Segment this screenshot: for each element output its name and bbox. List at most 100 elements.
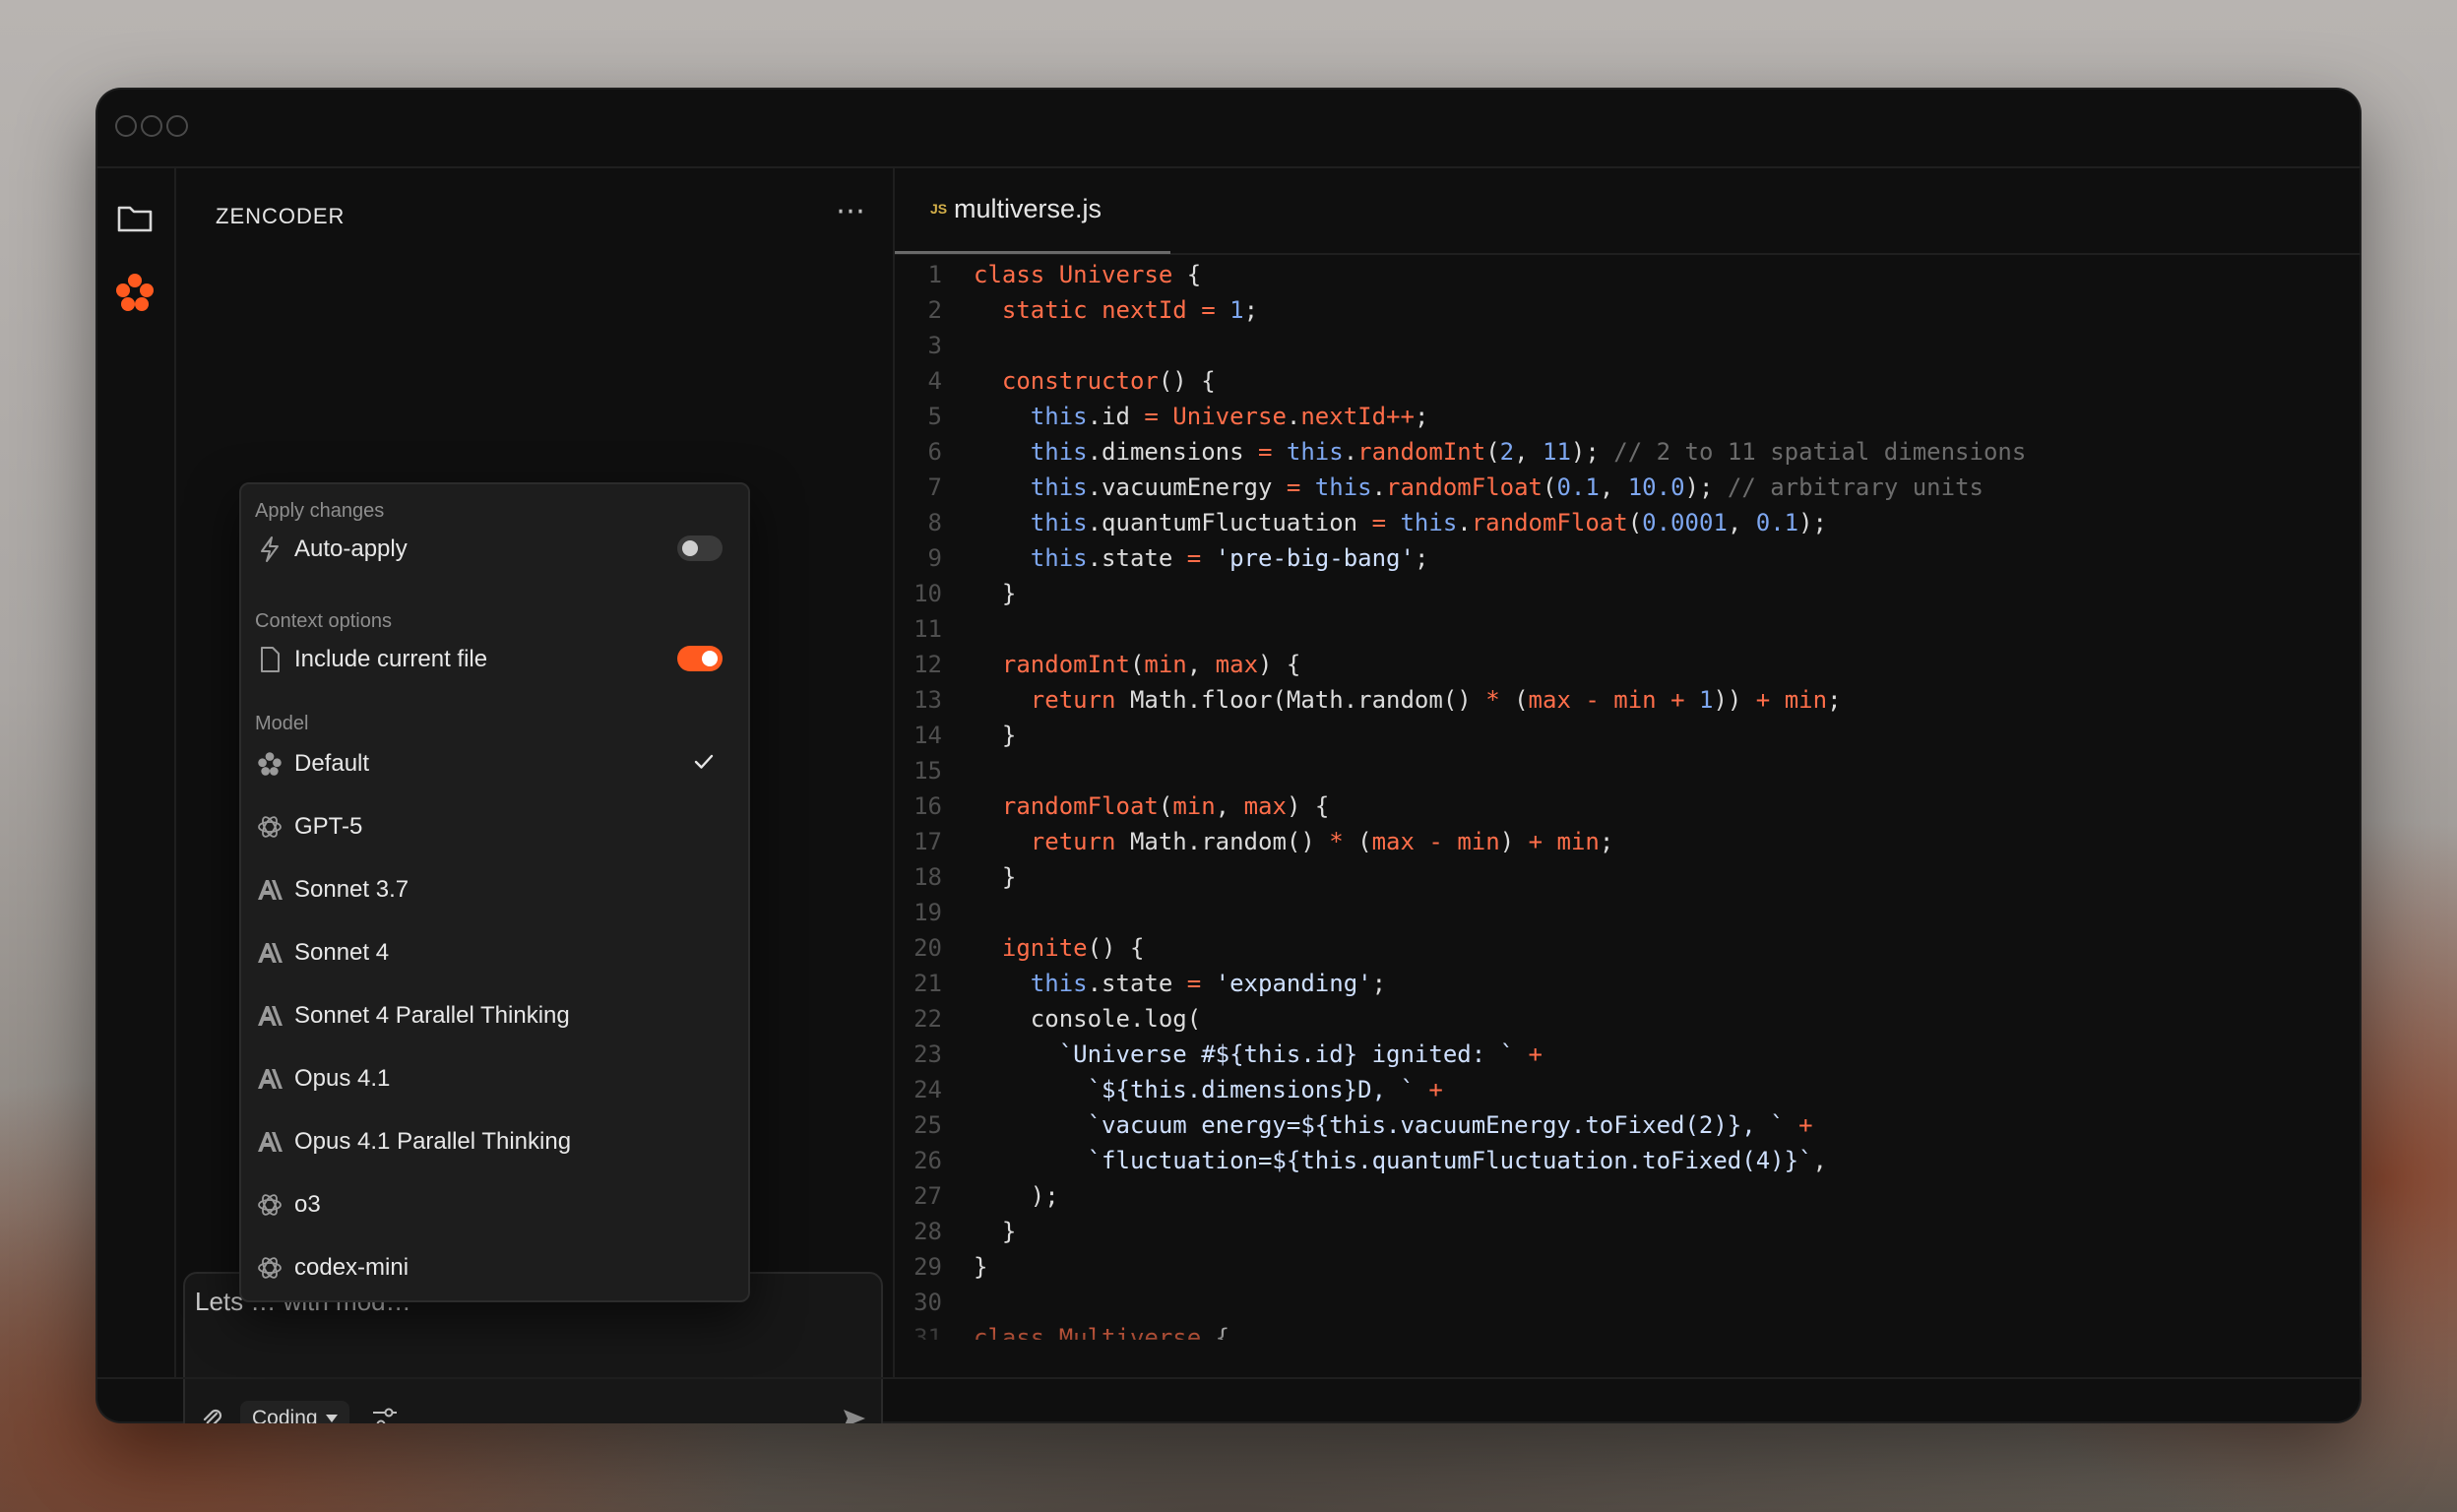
code-line[interactable]: 29} bbox=[895, 1249, 2362, 1285]
code-line[interactable]: 26 `fluctuation=${this.quantumFluctuatio… bbox=[895, 1143, 2362, 1178]
line-code: this.dimensions = this.randomInt(2, 11);… bbox=[1030, 438, 2027, 466]
model-option[interactable]: Opus 4.1 Parallel Thinking bbox=[255, 1118, 736, 1166]
minimize-window-button[interactable] bbox=[141, 115, 162, 137]
line-number: 4 bbox=[927, 367, 942, 395]
code-line[interactable]: 13 return Math.floor(Math.random() * (ma… bbox=[895, 682, 2362, 718]
line-number: 17 bbox=[914, 828, 942, 855]
line-number: 1 bbox=[927, 261, 942, 288]
code-fade bbox=[895, 1308, 2362, 1377]
include-file-toggle[interactable] bbox=[677, 646, 723, 671]
title-bar bbox=[95, 88, 2362, 168]
code-line[interactable]: 1 class Universe { bbox=[895, 257, 2362, 292]
code-line[interactable]: 28 } bbox=[895, 1214, 2362, 1249]
model-label: o3 bbox=[294, 1191, 321, 1218]
code-line[interactable]: 20 ignite() { bbox=[895, 930, 2362, 966]
code-line[interactable]: 12 randomInt(min, max) { bbox=[895, 647, 2362, 682]
zencoder-icon bbox=[255, 749, 284, 779]
line-number: 11 bbox=[914, 615, 942, 643]
line-number: 24 bbox=[914, 1076, 942, 1103]
checkmark-icon bbox=[693, 752, 715, 777]
line-code: constructor() { bbox=[1001, 367, 1216, 395]
code-area[interactable]: 1 class Universe { 2 static nextId = 1; 3 4 … bbox=[895, 257, 2362, 1340]
code-line[interactable]: 19 bbox=[895, 895, 2362, 930]
line-number: 21 bbox=[914, 970, 942, 997]
model-option[interactable]: Opus 4.1 bbox=[255, 1055, 736, 1102]
line-number: 12 bbox=[914, 651, 942, 678]
line-code: } bbox=[974, 1218, 1017, 1245]
code-line[interactable]: 2 static nextId = 1; bbox=[895, 292, 2362, 328]
code-line[interactable]: 18 } bbox=[895, 859, 2362, 895]
zencoder-logo-icon[interactable] bbox=[111, 269, 158, 316]
model-label: Sonnet 4 Parallel Thinking bbox=[294, 1002, 570, 1029]
line-number: 3 bbox=[927, 332, 942, 359]
model-option[interactable]: GPT-5 bbox=[255, 803, 736, 850]
model-label: Opus 4.1 Parallel Thinking bbox=[294, 1128, 572, 1155]
line-number: 23 bbox=[914, 1040, 942, 1068]
code-line[interactable]: 15 bbox=[895, 753, 2362, 788]
anthropic-icon bbox=[255, 1127, 284, 1157]
line-number: 9 bbox=[927, 544, 942, 572]
line-number: 14 bbox=[914, 722, 942, 749]
line-code: } bbox=[974, 1253, 988, 1281]
model-option[interactable]: codex-mini bbox=[255, 1244, 736, 1292]
line-code: `vacuum energy=${this.vacuumEnergy.toFix… bbox=[1087, 1111, 1813, 1139]
code-line[interactable]: 4 constructor() { bbox=[895, 363, 2362, 399]
zoom-window-button[interactable] bbox=[166, 115, 188, 137]
code-line[interactable]: 14 } bbox=[895, 718, 2362, 753]
code-line[interactable]: 9 this.state = 'pre-big-bang'; bbox=[895, 540, 2362, 576]
code-line[interactable]: 6 this.dimensions = this.randomInt(2, 11… bbox=[895, 434, 2362, 470]
line-code: static nextId = 1; bbox=[1001, 296, 1259, 324]
model-label: GPT-5 bbox=[294, 813, 363, 840]
tab-multiverse-js[interactable]: JS multiverse.js bbox=[895, 166, 1170, 254]
code-line[interactable]: 11 bbox=[895, 611, 2362, 647]
line-number: 29 bbox=[914, 1253, 942, 1281]
code-line[interactable]: 5 this.id = Universe.nextId++; bbox=[895, 399, 2362, 434]
code-line[interactable]: 21 this.state = 'expanding'; bbox=[895, 966, 2362, 1001]
auto-apply-row[interactable]: Auto-apply bbox=[255, 526, 736, 573]
code-line[interactable]: 8 this.quantumFluctuation = this.randomF… bbox=[895, 505, 2362, 540]
line-code: ); bbox=[974, 1182, 1059, 1210]
code-editor: JS multiverse.js 1 class Universe { 2 stat… bbox=[895, 166, 2362, 1377]
line-code: ignite() { bbox=[1001, 934, 1145, 962]
model-option[interactable]: Sonnet 4 Parallel Thinking bbox=[255, 992, 736, 1040]
folder-icon[interactable] bbox=[111, 194, 158, 241]
auto-apply-toggle[interactable] bbox=[677, 536, 723, 561]
model-option[interactable]: Sonnet 3.7 bbox=[255, 866, 736, 914]
line-code: } bbox=[974, 580, 1017, 607]
code-line[interactable]: 16 randomFloat(min, max) { bbox=[895, 788, 2362, 824]
model-option[interactable]: Sonnet 4 bbox=[255, 929, 736, 976]
openai-icon bbox=[255, 1253, 284, 1283]
openai-icon bbox=[255, 1190, 284, 1220]
line-code: class Universe { bbox=[974, 261, 1202, 288]
code-line[interactable]: 25 `vacuum energy=${this.vacuumEnergy.to… bbox=[895, 1107, 2362, 1143]
model-option[interactable]: Default bbox=[255, 740, 736, 788]
model-label: Sonnet 3.7 bbox=[294, 876, 410, 903]
line-code: this.quantumFluctuation = this.randomFlo… bbox=[1030, 509, 1828, 536]
line-number: 20 bbox=[914, 934, 942, 962]
code-line[interactable]: 24 `${this.dimensions}D, ` + bbox=[895, 1072, 2362, 1107]
code-line[interactable]: 10 } bbox=[895, 576, 2362, 611]
line-number: 22 bbox=[914, 1005, 942, 1033]
close-window-button[interactable] bbox=[115, 115, 137, 137]
code-line[interactable]: 23 `Universe #${this.id} ignited: ` + bbox=[895, 1037, 2362, 1072]
line-number: 6 bbox=[927, 438, 942, 466]
line-code: console.log( bbox=[974, 1005, 1202, 1033]
code-line[interactable]: 3 bbox=[895, 328, 2362, 363]
line-number: 5 bbox=[927, 403, 942, 430]
line-code: this.vacuumEnergy = this.randomFloat(0.1… bbox=[1030, 473, 1984, 501]
model-option[interactable]: o3 bbox=[255, 1181, 736, 1228]
code-line[interactable]: 17 return Math.random() * (max - min) + … bbox=[895, 824, 2362, 859]
js-file-icon: JS bbox=[930, 201, 948, 217]
anthropic-icon bbox=[255, 938, 284, 968]
auto-apply-label: Auto-apply bbox=[294, 536, 408, 562]
more-options-icon[interactable]: ⋯ bbox=[831, 194, 870, 233]
include-file-row[interactable]: Include current file bbox=[255, 636, 736, 683]
anthropic-icon bbox=[255, 1001, 284, 1031]
model-label: codex-mini bbox=[294, 1254, 410, 1281]
line-code: this.state = 'pre-big-bang'; bbox=[1030, 544, 1429, 572]
code-line[interactable]: 22 console.log( bbox=[895, 1001, 2362, 1037]
panel-title: ZENCODER bbox=[216, 204, 346, 228]
code-line[interactable]: 7 this.vacuumEnergy = this.randomFloat(0… bbox=[895, 470, 2362, 505]
model-heading: Model bbox=[255, 713, 309, 734]
code-line[interactable]: 27 ); bbox=[895, 1178, 2362, 1214]
